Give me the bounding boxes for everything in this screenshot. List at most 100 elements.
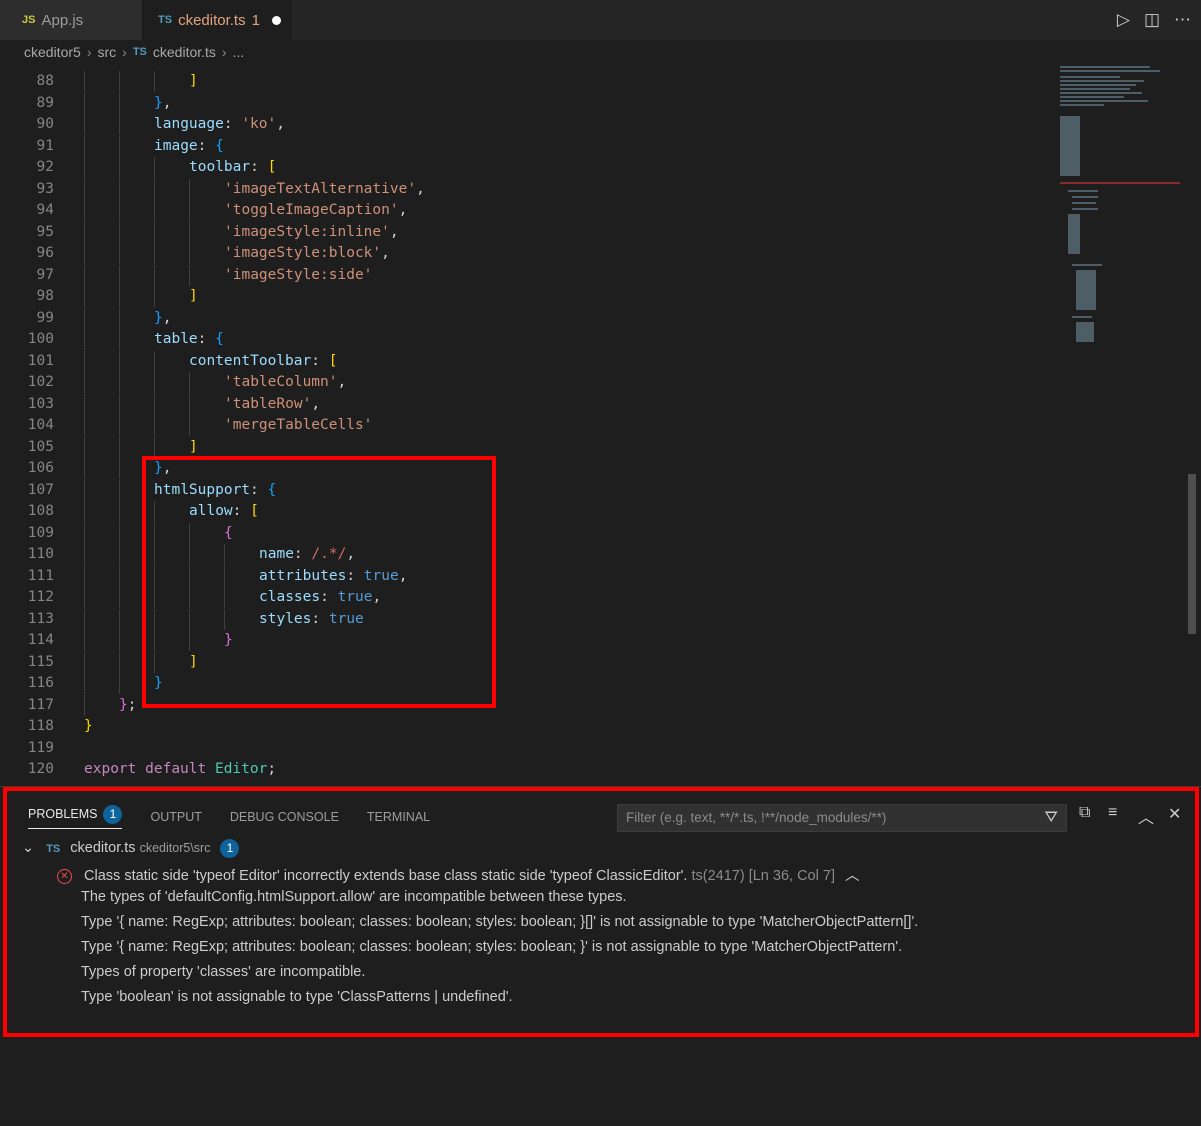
code-token: 'tableColumn'	[224, 374, 338, 390]
code-token: image	[154, 137, 198, 154]
line-number: 103	[27, 395, 54, 412]
line-number: 99	[36, 309, 54, 326]
code-line: 96 'imageStyle:block',	[0, 243, 1050, 264]
indent-guide	[84, 71, 85, 92]
indent-guide	[119, 630, 120, 651]
code-token: 'toggleImageCaption'	[224, 202, 399, 218]
code-token: ;	[267, 761, 277, 777]
unsaved-dot-icon[interactable]	[271, 15, 281, 25]
code-line: 103 'tableRow',	[0, 393, 1050, 415]
editor-actions: ▷ ◫ ⋯	[1117, 0, 1191, 40]
indent-guide	[119, 135, 120, 157]
tab-app-js[interactable]: JS App.js	[0, 0, 142, 40]
line-number: 96	[36, 245, 54, 261]
indent-guide	[119, 200, 120, 221]
code-token: contentToolbar	[189, 352, 312, 369]
code-line: 94 'toggleImageCaption',	[0, 200, 1050, 221]
indent-guide	[154, 71, 155, 92]
code-line: 101 contentToolbar: [	[0, 350, 1050, 372]
tab-ckeditor-ts[interactable]: TS ckeditor.ts 1	[142, 0, 292, 40]
indent-guide	[84, 458, 85, 479]
indent-guide	[119, 587, 120, 608]
code-text: language: 'ko',	[154, 114, 285, 135]
indent-guide	[84, 243, 85, 264]
code-token: ,	[162, 309, 172, 326]
more-actions-icon[interactable]: ⋯	[1174, 10, 1191, 30]
code-line: 120 export default Editor;	[0, 759, 1050, 780]
code-line: 91 image: {	[0, 135, 1050, 157]
indent-guide	[84, 135, 85, 157]
indent-guide	[119, 415, 120, 436]
line-number: 89	[36, 94, 54, 111]
indent-guide	[119, 608, 120, 630]
split-editor-icon[interactable]: ◫	[1144, 10, 1160, 30]
code-token: table	[154, 331, 198, 347]
line-number: 117	[27, 696, 54, 713]
indent-guide	[189, 393, 190, 415]
code-token: 'imageTextAlternative'	[224, 180, 417, 197]
indent-guide	[119, 71, 120, 92]
indent-guide	[154, 436, 155, 458]
indent-guide	[119, 178, 120, 200]
code-token: 'mergeTableCells'	[224, 417, 373, 433]
indent-guide	[119, 565, 120, 587]
code-token: [	[267, 159, 277, 175]
indent-guide	[189, 415, 190, 436]
code-line: 88]	[0, 71, 1050, 92]
line-number: 107	[27, 481, 54, 498]
code-text: },	[154, 308, 171, 329]
code-text: 'tableColumn',	[224, 372, 346, 393]
breadcrumb-item[interactable]: ckeditor.ts	[153, 44, 216, 60]
indent-guide	[119, 673, 120, 694]
code-text: 'imageStyle:block',	[224, 243, 390, 264]
minimap[interactable]	[1058, 64, 1188, 354]
code-text: ]	[189, 71, 198, 92]
indent-guide	[84, 286, 85, 307]
indent-guide	[119, 307, 120, 329]
code-token: {	[215, 331, 224, 347]
breadcrumb-item[interactable]: src	[97, 44, 116, 60]
indent-guide	[119, 286, 120, 307]
tab-label: App.js	[41, 11, 84, 29]
breadcrumb-item[interactable]: ckeditor5	[24, 44, 81, 60]
code-line: 104 'mergeTableCells'	[0, 415, 1050, 436]
code-token: }	[154, 309, 163, 326]
code-token: Editor	[214, 761, 268, 777]
indent-guide	[84, 608, 85, 630]
breadcrumb-item[interactable]: ...	[233, 44, 245, 60]
editor-scrollbar[interactable]	[1188, 474, 1196, 634]
code-text: table: {	[154, 329, 224, 350]
indent-guide	[119, 372, 120, 393]
indent-guide	[189, 264, 190, 286]
indent-guide	[84, 114, 85, 135]
chevron-right-icon: ›	[86, 44, 92, 60]
indent-guide	[119, 221, 120, 243]
indent-guide	[84, 587, 85, 608]
line-number: 102	[27, 374, 54, 390]
indent-guide	[154, 415, 155, 436]
line-number: 120	[27, 761, 54, 777]
line-number: 114	[27, 632, 54, 648]
line-number: 92	[36, 159, 54, 175]
line-number: 111	[27, 567, 54, 584]
run-icon[interactable]: ▷	[1117, 10, 1130, 30]
code-token: 'imageStyle:block'	[224, 245, 382, 261]
indent-guide	[119, 522, 120, 544]
indent-guide	[119, 651, 120, 673]
indent-guide	[84, 651, 85, 673]
code-text: ]	[189, 286, 198, 307]
indent-guide	[84, 565, 85, 587]
indent-guide	[154, 264, 155, 286]
line-number: 95	[36, 223, 54, 240]
code-token: ,	[162, 94, 172, 111]
code-token: :	[311, 352, 329, 369]
indent-guide	[154, 350, 155, 372]
code-line: 119	[0, 738, 1050, 759]
code-text: };	[119, 695, 136, 716]
indent-guide	[119, 243, 120, 264]
indent-guide	[84, 479, 85, 501]
code-line: 118}	[0, 716, 1050, 737]
line-number: 105	[27, 438, 54, 455]
code-token: ,	[416, 180, 425, 197]
code-token: }	[84, 718, 93, 734]
